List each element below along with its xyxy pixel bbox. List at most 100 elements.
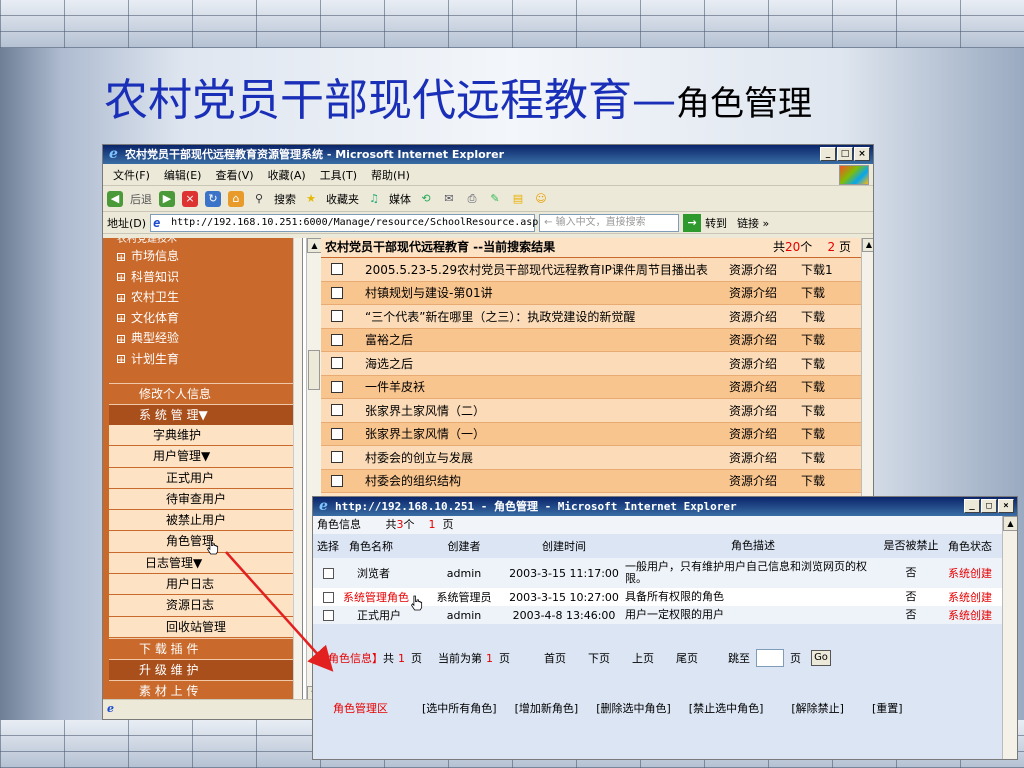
menu-view[interactable]: 查看(V)	[215, 167, 253, 183]
role-checkbox[interactable]	[322, 610, 334, 621]
admin-menu-item[interactable]: 修改个人信息	[109, 383, 302, 404]
close-button[interactable]: ×	[854, 147, 870, 161]
result-download-link[interactable]: 下载	[801, 331, 841, 348]
select-all-roles-link[interactable]: [选中所有角色]	[422, 700, 497, 716]
window2-scroll-up-icon[interactable]: ▲	[1003, 516, 1017, 531]
result-download-link[interactable]: 下载	[801, 355, 841, 372]
admin-menu-item[interactable]: 正式用户	[109, 467, 302, 489]
search-icon[interactable]: ⚲	[251, 191, 267, 207]
row-checkbox[interactable]	[331, 333, 343, 346]
admin-menu-item[interactable]: 升 级 维 护	[109, 658, 302, 680]
media-label[interactable]: 媒体	[389, 191, 411, 207]
unban-roles-link[interactable]: [解除禁止]	[791, 700, 844, 716]
search-label[interactable]: 搜索	[274, 191, 296, 207]
go-button[interactable]: Go	[811, 650, 831, 666]
result-title-link[interactable]: 村委会的组织结构	[365, 472, 729, 489]
result-download-link[interactable]: 下载	[801, 472, 841, 489]
mail-icon[interactable]: ✉	[441, 191, 457, 207]
expand-icon[interactable]	[117, 331, 125, 351]
expand-icon[interactable]	[117, 290, 125, 310]
menu-tools[interactable]: 工具(T)	[320, 167, 357, 183]
result-title-link[interactable]: 一件羊皮袄	[365, 378, 729, 395]
print-icon[interactable]: ⎙	[464, 191, 480, 207]
row-checkbox[interactable]	[331, 474, 343, 487]
expand-icon[interactable]	[117, 351, 125, 371]
category-item[interactable]: 文化体育	[103, 308, 302, 330]
window2-scrollbar[interactable]: ▲	[1002, 516, 1017, 759]
result-download-link[interactable]: 下载	[801, 378, 841, 395]
category-item[interactable]: 计划生育	[103, 349, 302, 371]
ban-roles-link[interactable]: [禁止选中角色]	[689, 700, 764, 716]
row-checkbox[interactable]	[331, 451, 343, 464]
results-scroll-up-icon[interactable]: ▲	[862, 238, 873, 252]
admin-menu-item[interactable]: 待审查用户	[109, 488, 302, 511]
admin-menu-item[interactable]: 回收站管理	[109, 616, 302, 638]
maximize-button[interactable]: □	[837, 147, 853, 161]
admin-menu-item[interactable]: 下 载 插 件	[109, 637, 302, 659]
jump-page-input[interactable]	[756, 649, 784, 667]
result-download-link[interactable]: 下载	[801, 425, 841, 442]
scroll-thumb[interactable]	[308, 350, 320, 390]
maximize-button[interactable]: □	[981, 499, 997, 513]
admin-menu-item[interactable]: 用户日志	[109, 574, 302, 596]
admin-menu-item[interactable]: 系 统 管 理▼	[109, 404, 302, 425]
scroll-up-icon[interactable]: ▲	[307, 238, 322, 253]
messenger-icon[interactable]: ☺	[533, 191, 549, 207]
admin-menu-item[interactable]: 用户管理▼	[109, 446, 302, 468]
result-title-link[interactable]: 富裕之后	[365, 331, 729, 348]
admin-menu-item[interactable]: 素 材 上 传	[109, 679, 302, 701]
result-download-link[interactable]: 下载	[801, 308, 841, 325]
result-intro-link[interactable]: 资源介绍	[729, 284, 801, 301]
go-button[interactable]: 转到	[705, 215, 727, 231]
result-intro-link[interactable]: 资源介绍	[729, 261, 801, 278]
category-item[interactable]: 科普知识	[103, 267, 302, 289]
row-checkbox[interactable]	[331, 427, 343, 440]
go-arrow-icon[interactable]: →	[683, 213, 702, 232]
admin-menu-item[interactable]: 被禁止用户	[109, 510, 302, 532]
category-item[interactable]: 农村卫生	[103, 287, 302, 310]
forward-icon[interactable]: ▶	[159, 190, 175, 207]
favorites-label[interactable]: 收藏夹	[326, 191, 359, 207]
add-role-link[interactable]: [增加新角色]	[515, 700, 579, 716]
pager-last[interactable]: 尾页	[676, 650, 698, 666]
row-checkbox[interactable]	[331, 380, 343, 393]
menu-edit[interactable]: 编辑(E)	[164, 167, 202, 183]
result-intro-link[interactable]: 资源介绍	[729, 378, 801, 395]
home-icon[interactable]: ⌂	[228, 190, 244, 207]
result-title-link[interactable]: 村委会的创立与发展	[365, 449, 729, 466]
category-item[interactable]: 典型经验	[103, 328, 302, 351]
category-item[interactable]: 市场信息	[103, 246, 302, 269]
result-title-link[interactable]: 2005.5.23-5.29农村党员干部现代远程教育IP课件周节目播出表	[365, 261, 729, 278]
menu-help[interactable]: 帮助(H)	[371, 167, 410, 183]
menu-file[interactable]: 文件(F)	[113, 167, 150, 183]
media-icon[interactable]: ♫	[366, 191, 382, 207]
result-title-link[interactable]: 张家界土家风情（一）	[365, 425, 729, 442]
result-title-link[interactable]: 张家界土家风情（二）	[365, 402, 729, 419]
result-download-link[interactable]: 下载	[801, 402, 841, 419]
links-button[interactable]: 链接 »	[737, 215, 769, 231]
result-intro-link[interactable]: 资源介绍	[729, 355, 801, 372]
result-download-link[interactable]: 下载1	[801, 261, 841, 278]
minimize-button[interactable]: _	[820, 147, 836, 161]
address-input[interactable]: e http://192.168.10.251:6000/Manage/reso…	[150, 213, 538, 232]
result-title-link[interactable]: “三个代表”新在哪里（之三）：执政党建设的新觉醒	[365, 308, 729, 325]
result-title-link[interactable]: 海选之后	[365, 355, 729, 372]
back-icon[interactable]: ◀	[107, 190, 123, 207]
result-intro-link[interactable]: 资源介绍	[729, 425, 801, 442]
admin-menu-item[interactable]: 字典维护	[109, 425, 302, 447]
role-checkbox[interactable]	[322, 592, 334, 603]
result-intro-link[interactable]: 资源介绍	[729, 449, 801, 466]
result-intro-link[interactable]: 资源介绍	[729, 308, 801, 325]
role-name-link[interactable]: 浏览者	[343, 565, 425, 581]
minimize-button[interactable]: _	[964, 499, 980, 513]
result-intro-link[interactable]: 资源介绍	[729, 331, 801, 348]
edit-icon[interactable]: ✎	[487, 191, 503, 207]
result-download-link[interactable]: 下载	[801, 449, 841, 466]
result-intro-link[interactable]: 资源介绍	[729, 402, 801, 419]
row-checkbox[interactable]	[331, 263, 343, 276]
row-checkbox[interactable]	[331, 310, 343, 323]
close-button[interactable]: ×	[998, 499, 1014, 513]
stop-icon[interactable]: ×	[182, 190, 198, 207]
refresh-icon[interactable]: ↻	[205, 190, 221, 207]
result-title-link[interactable]: 村镇规划与建设-第01讲	[365, 284, 729, 301]
